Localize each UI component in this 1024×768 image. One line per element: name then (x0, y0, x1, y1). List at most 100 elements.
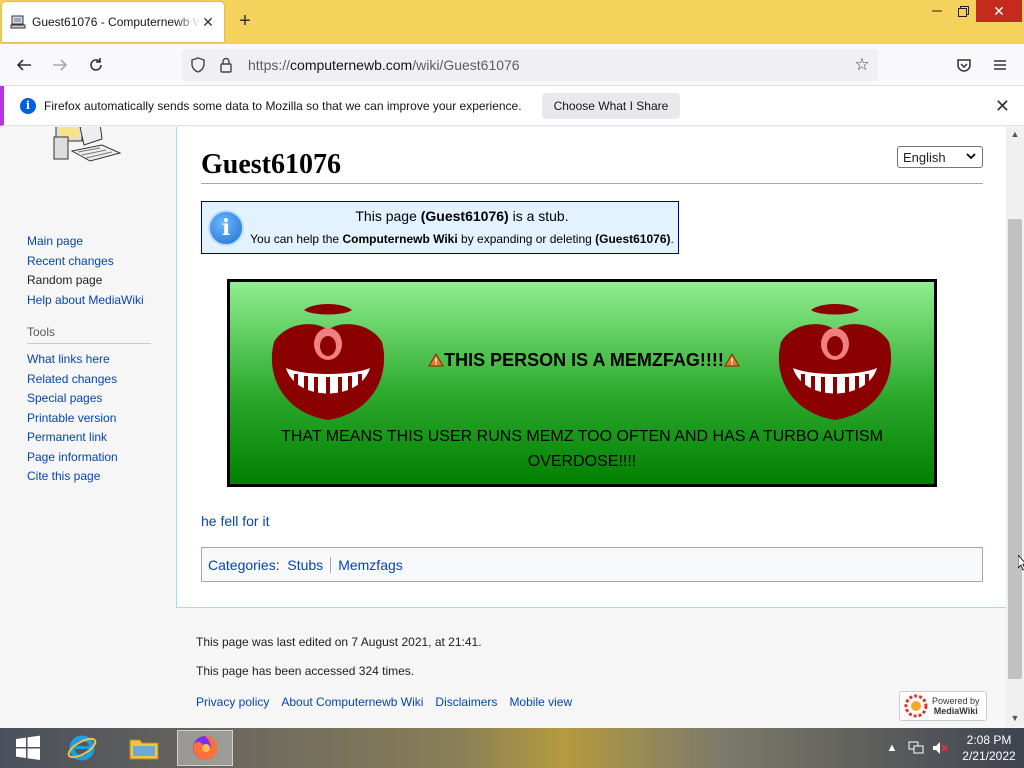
sidebar-item-related-changes[interactable]: Related changes (27, 370, 151, 390)
powered-by-mediawiki-badge[interactable]: Powered by MediaWiki (899, 691, 987, 721)
warning-icon (428, 353, 445, 367)
forward-arrow-icon[interactable] (48, 53, 72, 77)
powered-by-line1: Powered by (932, 696, 980, 706)
footer-about[interactable]: About Computernewb Wiki (281, 695, 423, 709)
system-tray: ▲ 2:08 PM 2/21/2022 (882, 728, 1024, 768)
url-text[interactable]: https://computernewb.com/wiki/Guest61076 (248, 57, 520, 73)
memz-subtext: THAT MEANS THIS USER RUNS MEMZ TOO OFTEN… (281, 428, 883, 470)
scroll-up-arrow-icon[interactable]: ▲ (1009, 129, 1021, 139)
memz-userbox: THIS PERSON IS A MEMZFAG!!!! THAT MEANS … (227, 279, 937, 487)
start-button[interactable] (0, 730, 56, 766)
clock-date: 2/21/2022 (962, 749, 1016, 763)
stub-wiki-name: Computernewb Wiki (342, 232, 458, 246)
tab-close-icon[interactable]: ✕ (200, 14, 216, 31)
folder-icon (129, 739, 159, 760)
choose-what-i-share-button[interactable]: Choose What I Share (541, 92, 681, 119)
sidebar-item-printable-version[interactable]: Printable version (27, 409, 151, 429)
computer-favicon-icon (10, 14, 26, 30)
stub-message: This page (Guest61076) is a stub. (248, 208, 676, 224)
data-collection-notification: i Firefox automatically sends some data … (0, 86, 1024, 126)
category-memzfags[interactable]: Memzfags (338, 557, 403, 573)
sidebar-item-permanent-link[interactable]: Permanent link (27, 428, 151, 448)
tools-portal: Tools What links here Related changes Sp… (27, 325, 151, 487)
reload-icon[interactable] (84, 53, 108, 77)
sidebar-item-help[interactable]: Help about MediaWiki (27, 291, 144, 311)
category-stubs[interactable]: Stubs (287, 557, 323, 573)
stub-text: by expanding or deleting (457, 232, 596, 246)
pocket-icon[interactable] (952, 53, 976, 77)
chevron-down-icon (966, 149, 976, 166)
language-select[interactable]: English (897, 146, 983, 168)
notification-text: Firefox automatically sends some data to… (44, 98, 522, 113)
sidebar-item-special-pages[interactable]: Special pages (27, 389, 151, 409)
hamburger-menu-icon[interactable] (988, 53, 1012, 77)
address-bar[interactable]: https://computernewb.com/wiki/Guest61076… (182, 49, 878, 81)
categories-colon: : (275, 556, 288, 573)
page-scrollbar[interactable]: ▲ ▼ (1006, 127, 1024, 727)
firefox-taskbar-button[interactable] (177, 730, 233, 766)
sidebar-item-cite-this-page[interactable]: Cite this page (27, 467, 151, 487)
article-content: Guest61076 English i This page (Guest610… (176, 127, 1006, 608)
network-icon[interactable] (906, 738, 926, 758)
close-notification-icon[interactable]: ✕ (995, 96, 1010, 117)
show-hidden-icons-chevron-icon[interactable]: ▲ (882, 738, 902, 758)
body-link[interactable]: he fell for it (201, 513, 269, 529)
stub-text: . (670, 232, 674, 246)
mediawiki-flower-icon (904, 694, 928, 718)
powered-by-text: Powered by MediaWiki (932, 696, 980, 716)
tracking-shield-icon[interactable] (186, 57, 210, 73)
footer-last-edited: This page was last edited on 7 August 20… (196, 635, 482, 649)
stub-text: This page (355, 208, 421, 224)
footer-mobile-view[interactable]: Mobile view (509, 695, 572, 709)
info-icon: i (208, 210, 244, 246)
sidebar-item-main-page[interactable]: Main page (27, 232, 144, 252)
stub-help-text: You can help the Computernewb Wiki by ex… (248, 232, 676, 246)
scrollbar-thumb[interactable] (1008, 219, 1022, 679)
windows-taskbar: ▲ 2:08 PM 2/21/2022 (0, 728, 1024, 768)
category-links: Categories: Stubs Memzfags (201, 547, 983, 582)
url-scheme: https:// (248, 57, 291, 73)
category-separator (330, 556, 332, 573)
sidebar: Main page Recent changes Random page Hel… (0, 127, 176, 727)
sidebar-item-page-information[interactable]: Page information (27, 448, 151, 468)
categories-label-link[interactable]: Categories (208, 557, 276, 573)
back-arrow-icon[interactable] (12, 53, 36, 77)
sidebar-item-random-page[interactable]: Random page (27, 271, 144, 291)
url-host: computernewb.com (290, 57, 413, 73)
tools-heading: Tools (27, 325, 151, 344)
powered-by-line2: MediaWiki (933, 706, 978, 716)
internet-explorer-icon (67, 735, 97, 761)
sidebar-item-what-links-here[interactable]: What links here (27, 350, 151, 370)
volume-muted-icon[interactable] (930, 738, 950, 758)
firefox-icon (193, 735, 218, 760)
file-explorer-taskbar-button[interactable] (116, 730, 172, 766)
internet-explorer-taskbar-button[interactable] (54, 730, 110, 766)
stub-page-name: (Guest61076) (595, 232, 671, 246)
wiki-page: Main page Recent changes Random page Hel… (0, 127, 1006, 727)
footer-links: Privacy policy About Computernewb Wiki D… (196, 695, 572, 709)
footer-privacy-policy[interactable]: Privacy policy (196, 695, 269, 709)
browser-titlebar: Guest61076 - Computernewb Wiki ✕ + ✕ (0, 0, 1024, 44)
footer-view-count: This page has been accessed 324 times. (196, 664, 415, 678)
mouse-cursor-icon (1018, 555, 1024, 571)
scroll-down-arrow-icon[interactable]: ▼ (1009, 713, 1021, 723)
close-window-button[interactable]: ✕ (976, 0, 1022, 22)
clock-time: 2:08 PM (966, 733, 1012, 747)
lock-icon[interactable] (214, 57, 238, 73)
wiki-logo[interactable] (50, 127, 130, 171)
tab-title: Guest61076 - Computernewb Wiki (32, 15, 200, 29)
memz-headline-text: THIS PERSON IS A MEMZFAG!!!! (444, 350, 724, 370)
language-selected-value: English (903, 149, 946, 165)
red-grin-face-icon (778, 304, 892, 420)
stub-page-name: (Guest61076) (420, 208, 509, 224)
footer-disclaimers[interactable]: Disclaimers (435, 695, 497, 709)
taskbar-clock[interactable]: 2:08 PM 2/21/2022 (954, 732, 1024, 764)
new-tab-button[interactable]: + (234, 10, 256, 32)
page-title: Guest61076 (201, 149, 983, 184)
url-path: /wiki/Guest61076 (412, 57, 520, 73)
sidebar-item-recent-changes[interactable]: Recent changes (27, 252, 144, 272)
browser-tab[interactable]: Guest61076 - Computernewb Wiki ✕ (2, 2, 224, 42)
restore-button[interactable] (948, 0, 978, 22)
warning-icon (723, 353, 740, 367)
bookmark-star-icon[interactable]: ☆ (852, 55, 872, 75)
